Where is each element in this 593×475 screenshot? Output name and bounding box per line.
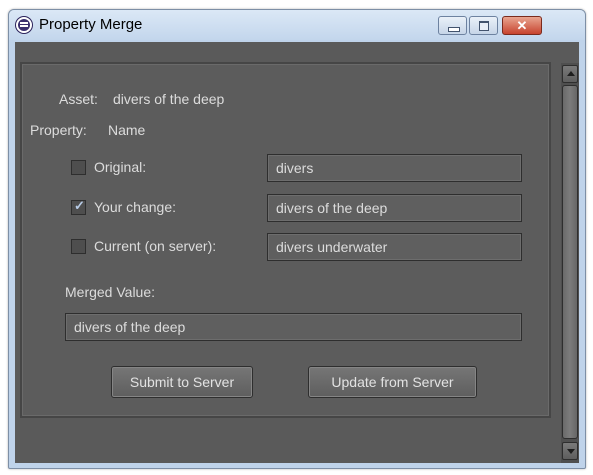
current-on-server-value-field[interactable] [267,233,522,261]
update-from-server-button[interactable]: Update from Server [308,366,477,398]
original-value-field[interactable] [267,154,522,182]
arrow-up-icon [567,71,575,76]
original-label: Original: [94,159,147,175]
close-icon: ✕ [516,18,528,33]
merge-panel: Asset: divers of the deep Property: Name… [20,62,551,418]
original-checkbox[interactable] [71,160,86,175]
merged-value-field[interactable] [65,313,522,341]
maximize-icon [479,21,489,31]
scroll-up-button[interactable] [562,65,578,83]
asset-label: Asset: [59,91,98,107]
asset-value: divers of the deep [113,91,225,107]
app-icon[interactable] [16,17,32,33]
property-value: Name [108,122,146,138]
arrow-down-icon [567,449,575,454]
your-change-label: Your change: [94,199,176,215]
dialog-body: Asset: divers of the deep Property: Name… [15,42,579,463]
vertical-scrollbar[interactable] [561,63,579,463]
current-on-server-label: Current (on server): [94,238,217,254]
your-change-value-field[interactable] [267,194,522,222]
property-label: Property: [30,122,87,138]
property-merge-window: Property Merge ✕ Asset: divers of the de… [8,9,586,469]
minimize-icon [448,27,460,32]
merged-value-label: Merged Value: [65,284,156,300]
maximize-button[interactable] [469,16,498,35]
window-title: Property Merge [39,16,143,33]
current-on-server-checkbox[interactable] [71,239,86,254]
your-change-checkbox[interactable]: ✓ [71,198,86,215]
checkmark-icon: ✓ [74,198,85,213]
minimize-button[interactable] [438,16,467,35]
scroll-down-button[interactable] [562,442,578,460]
scroll-thumb[interactable] [562,85,578,439]
submit-to-server-button[interactable]: Submit to Server [111,366,253,398]
close-button[interactable]: ✕ [502,16,542,35]
title-bar[interactable]: Property Merge ✕ [9,10,585,40]
